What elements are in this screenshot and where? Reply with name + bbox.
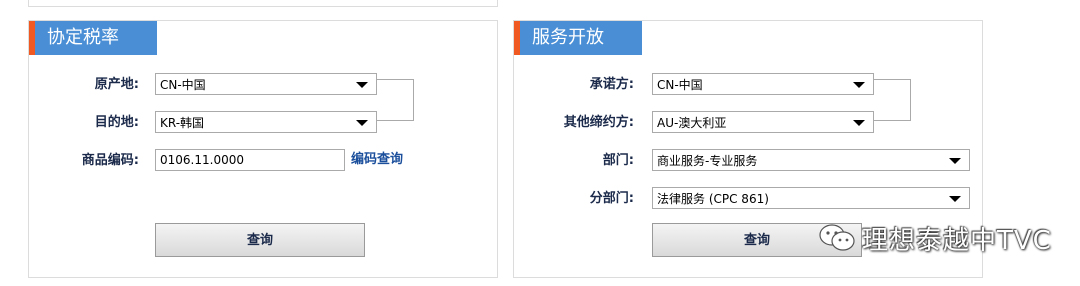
chevron-down-icon	[356, 120, 368, 126]
subdepartment-select[interactable]: 法律服务 (CPC 861)	[652, 187, 970, 209]
previous-panel-edge	[28, 0, 498, 7]
tariff-query-button[interactable]: 查询	[155, 223, 365, 257]
promisor-label: 承诺方:	[589, 77, 634, 92]
destination-select[interactable]: KR-韩国	[155, 111, 377, 133]
origin-select[interactable]: CN-中国	[155, 73, 377, 95]
department-select-value: 商业服务-专业服务	[657, 154, 758, 168]
commodity-code-label: 商品编码:	[81, 153, 139, 168]
origin-label: 原产地:	[94, 77, 139, 92]
chevron-down-icon	[853, 82, 865, 88]
subdepartment-select-value: 法律服务 (CPC 861)	[657, 192, 769, 206]
wechat-icon	[818, 223, 856, 253]
promisor-select[interactable]: CN-中国	[652, 73, 874, 95]
service-panel-title: 服务开放	[514, 21, 642, 55]
department-select[interactable]: 商业服务-专业服务	[652, 149, 970, 171]
origin-destination-bracket	[377, 79, 414, 121]
destination-select-value: KR-韩国	[160, 116, 205, 130]
watermark-text: 理想泰越中TVC	[862, 225, 1052, 256]
watermark: 理想泰越中TVC	[818, 220, 1052, 256]
chevron-down-icon	[853, 120, 865, 126]
chevron-down-icon	[356, 82, 368, 88]
tariff-rate-panel: 协定税率 原产地: CN-中国 目的地: KR-韩国 商品编码: 编码查询 查询	[28, 20, 498, 278]
subdepartment-label: 分部门:	[589, 191, 634, 206]
chevron-down-icon	[949, 158, 961, 164]
code-lookup-link[interactable]: 编码查询	[351, 148, 403, 172]
other-party-label: 其他缔约方:	[563, 115, 634, 130]
chevron-down-icon	[949, 196, 961, 202]
other-party-select-value: AU-澳大利亚	[657, 116, 727, 130]
promisor-party-bracket	[874, 79, 911, 121]
tariff-panel-title: 协定税率	[29, 21, 157, 55]
origin-select-value: CN-中国	[160, 78, 206, 92]
commodity-code-input[interactable]	[155, 149, 345, 171]
destination-label: 目的地:	[94, 115, 139, 130]
promisor-select-value: CN-中国	[657, 78, 703, 92]
department-label: 部门:	[602, 153, 634, 168]
other-party-select[interactable]: AU-澳大利亚	[652, 111, 874, 133]
